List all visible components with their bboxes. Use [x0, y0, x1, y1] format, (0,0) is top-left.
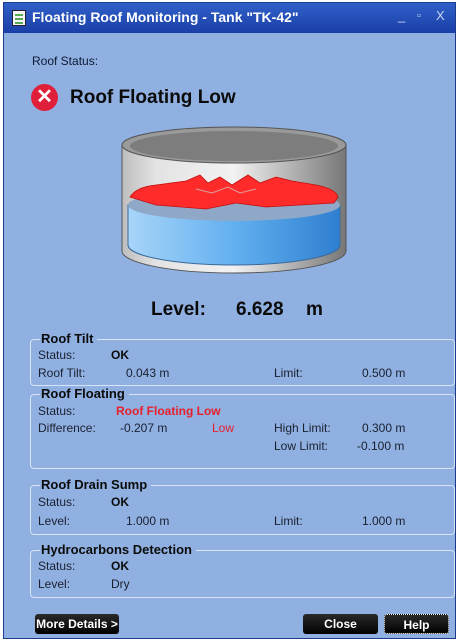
level-label: Level:	[151, 299, 206, 320]
roof-floating-status-value: Roof Floating Low	[116, 404, 221, 418]
dialog-window: Floating Roof Monitoring - Tank "TK-42" …	[3, 2, 456, 639]
roof-tilt-limit-label: Limit:	[274, 366, 303, 380]
roof-tilt-label: Roof Tilt:	[38, 366, 86, 380]
roof-floating-status-label: Status:	[38, 404, 76, 418]
help-button[interactable]: Help	[384, 614, 449, 634]
drain-level-label: Level:	[38, 514, 71, 528]
low-limit-label: Low Limit:	[274, 439, 329, 453]
roof-tilt-limit-value: 0.500 m	[362, 366, 406, 380]
roof-floating-title: Roof Floating	[40, 386, 129, 401]
roof-status-header: ✕ Roof Floating Low	[31, 84, 236, 111]
low-limit-value: -0.100 m	[357, 439, 405, 453]
difference-label: Difference:	[38, 421, 96, 435]
roof-status-label: Roof Status:	[32, 54, 99, 68]
drain-status-value: OK	[111, 495, 129, 509]
high-limit-value: 0.300 m	[362, 421, 406, 435]
more-details-button[interactable]: More Details >	[35, 614, 119, 634]
drain-status-label: Status:	[38, 495, 76, 509]
roof-tilt-status-label: Status:	[38, 348, 76, 362]
window-title: Floating Roof Monitoring - Tank "TK-42"	[32, 9, 299, 25]
drain-level-value: 1.000 m	[126, 514, 170, 528]
hydro-level-label: Level:	[38, 577, 71, 591]
roof-tilt-title: Roof Tilt	[40, 331, 98, 346]
roof-floating-group: Roof Floating Status: Roof Floating Low …	[30, 386, 455, 469]
roof-drain-sump-title: Roof Drain Sump	[40, 477, 152, 492]
roof-tilt-group: Roof Tilt Status: OK Roof Tilt: 0.043 m …	[30, 331, 455, 386]
close-button[interactable]: Close	[303, 614, 378, 634]
roof-drain-sump-group: Roof Drain Sump Status: OK Level: 1.000 …	[30, 477, 455, 535]
difference-flag: Low	[212, 421, 235, 435]
tank-graphic	[121, 126, 347, 274]
high-limit-label: High Limit:	[274, 421, 331, 435]
tank-inner	[130, 131, 338, 161]
hydro-level-value: Dry	[111, 577, 130, 591]
error-x-icon: ✕	[31, 84, 58, 111]
app-icon	[12, 10, 26, 26]
minimize-button[interactable]: _	[398, 8, 405, 23]
drain-limit-label: Limit:	[274, 514, 303, 528]
roof-status-value: Roof Floating Low	[70, 86, 236, 108]
drain-limit-value: 1.000 m	[362, 514, 406, 528]
level-unit: m	[306, 299, 323, 320]
close-window-button[interactable]: X	[436, 8, 445, 23]
difference-value: -0.207 m	[120, 421, 168, 435]
hydro-status-value: OK	[111, 559, 129, 573]
hydro-status-label: Status:	[38, 559, 76, 573]
roof-tilt-value: 0.043 m	[126, 366, 170, 380]
title-bar[interactable]: Floating Roof Monitoring - Tank "TK-42" …	[4, 3, 455, 33]
hydrocarbons-title: Hydrocarbons Detection	[40, 542, 196, 557]
maximize-button[interactable]: ▫	[417, 10, 421, 22]
roof-tilt-status-value: OK	[111, 348, 129, 362]
hydrocarbons-group: Hydrocarbons Detection Status: OK Level:…	[30, 542, 455, 598]
level-value: 6.628	[236, 299, 284, 320]
